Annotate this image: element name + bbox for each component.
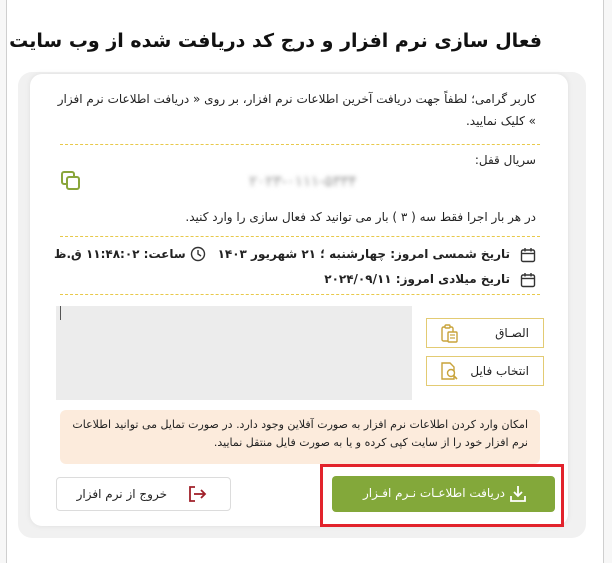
offline-warning: امکان وارد کردن اطلاعات نرم افزار به صور… (60, 410, 540, 464)
page-title: فعال سازی نرم افزار و درج کد دریافت شده … (9, 30, 542, 52)
copy-icon[interactable] (60, 170, 82, 192)
exit-button-label: خروج از نرم افزار (76, 487, 167, 501)
logout-icon (189, 486, 207, 502)
paste-button[interactable]: الصـاق (426, 318, 544, 348)
paste-button-label: الصـاق (495, 326, 529, 340)
select-file-button[interactable]: انتخاب فایل (426, 356, 544, 386)
text-cursor (60, 306, 61, 320)
info-text: کاربر گرامی؛ لطفاً جهت دریافت آخرین اطلا… (57, 92, 536, 128)
divider (60, 294, 540, 295)
activation-code-textarea[interactable] (56, 306, 412, 400)
divider (60, 144, 540, 145)
exit-button[interactable]: خروج از نرم افزار (56, 477, 231, 511)
gregorian-date: تاریخ میلادی امروز: ۲۰۲۴/۰۹/۱۱ (324, 272, 510, 286)
file-search-icon (441, 362, 458, 380)
enter-limit-note: در هر بار اجرا فقط سه ( ۳ ) بار می توانی… (185, 210, 536, 224)
current-time: ساعت: ۱۱:۴۸:۰۲ ق.ظ (54, 247, 186, 261)
calendar-icon (520, 248, 536, 263)
download-info-button[interactable]: دریافت اطلاعـات نـرم افـزار (332, 476, 555, 512)
select-file-button-label: انتخاب فایل (470, 364, 529, 378)
clipboard-icon (441, 324, 458, 343)
shamsi-date: تاریخ شمسی امروز: چهارشنبه ؛ ۲۱ شهریور ۱… (217, 247, 510, 261)
divider (60, 236, 540, 237)
activation-card: کاربر گرامی؛ لطفاً جهت دریافت آخرین اطلا… (30, 74, 568, 526)
serial-label: سریال قفل: (474, 153, 536, 167)
serial-value: ۲۰۲۳-۰۱۱۱-۵۳۳۴ (249, 172, 357, 190)
clock-icon (190, 246, 206, 262)
download-info-label: دریافت اطلاعـات نـرم افـزار (362, 486, 505, 500)
calendar-icon (520, 273, 536, 288)
download-icon (510, 486, 526, 502)
